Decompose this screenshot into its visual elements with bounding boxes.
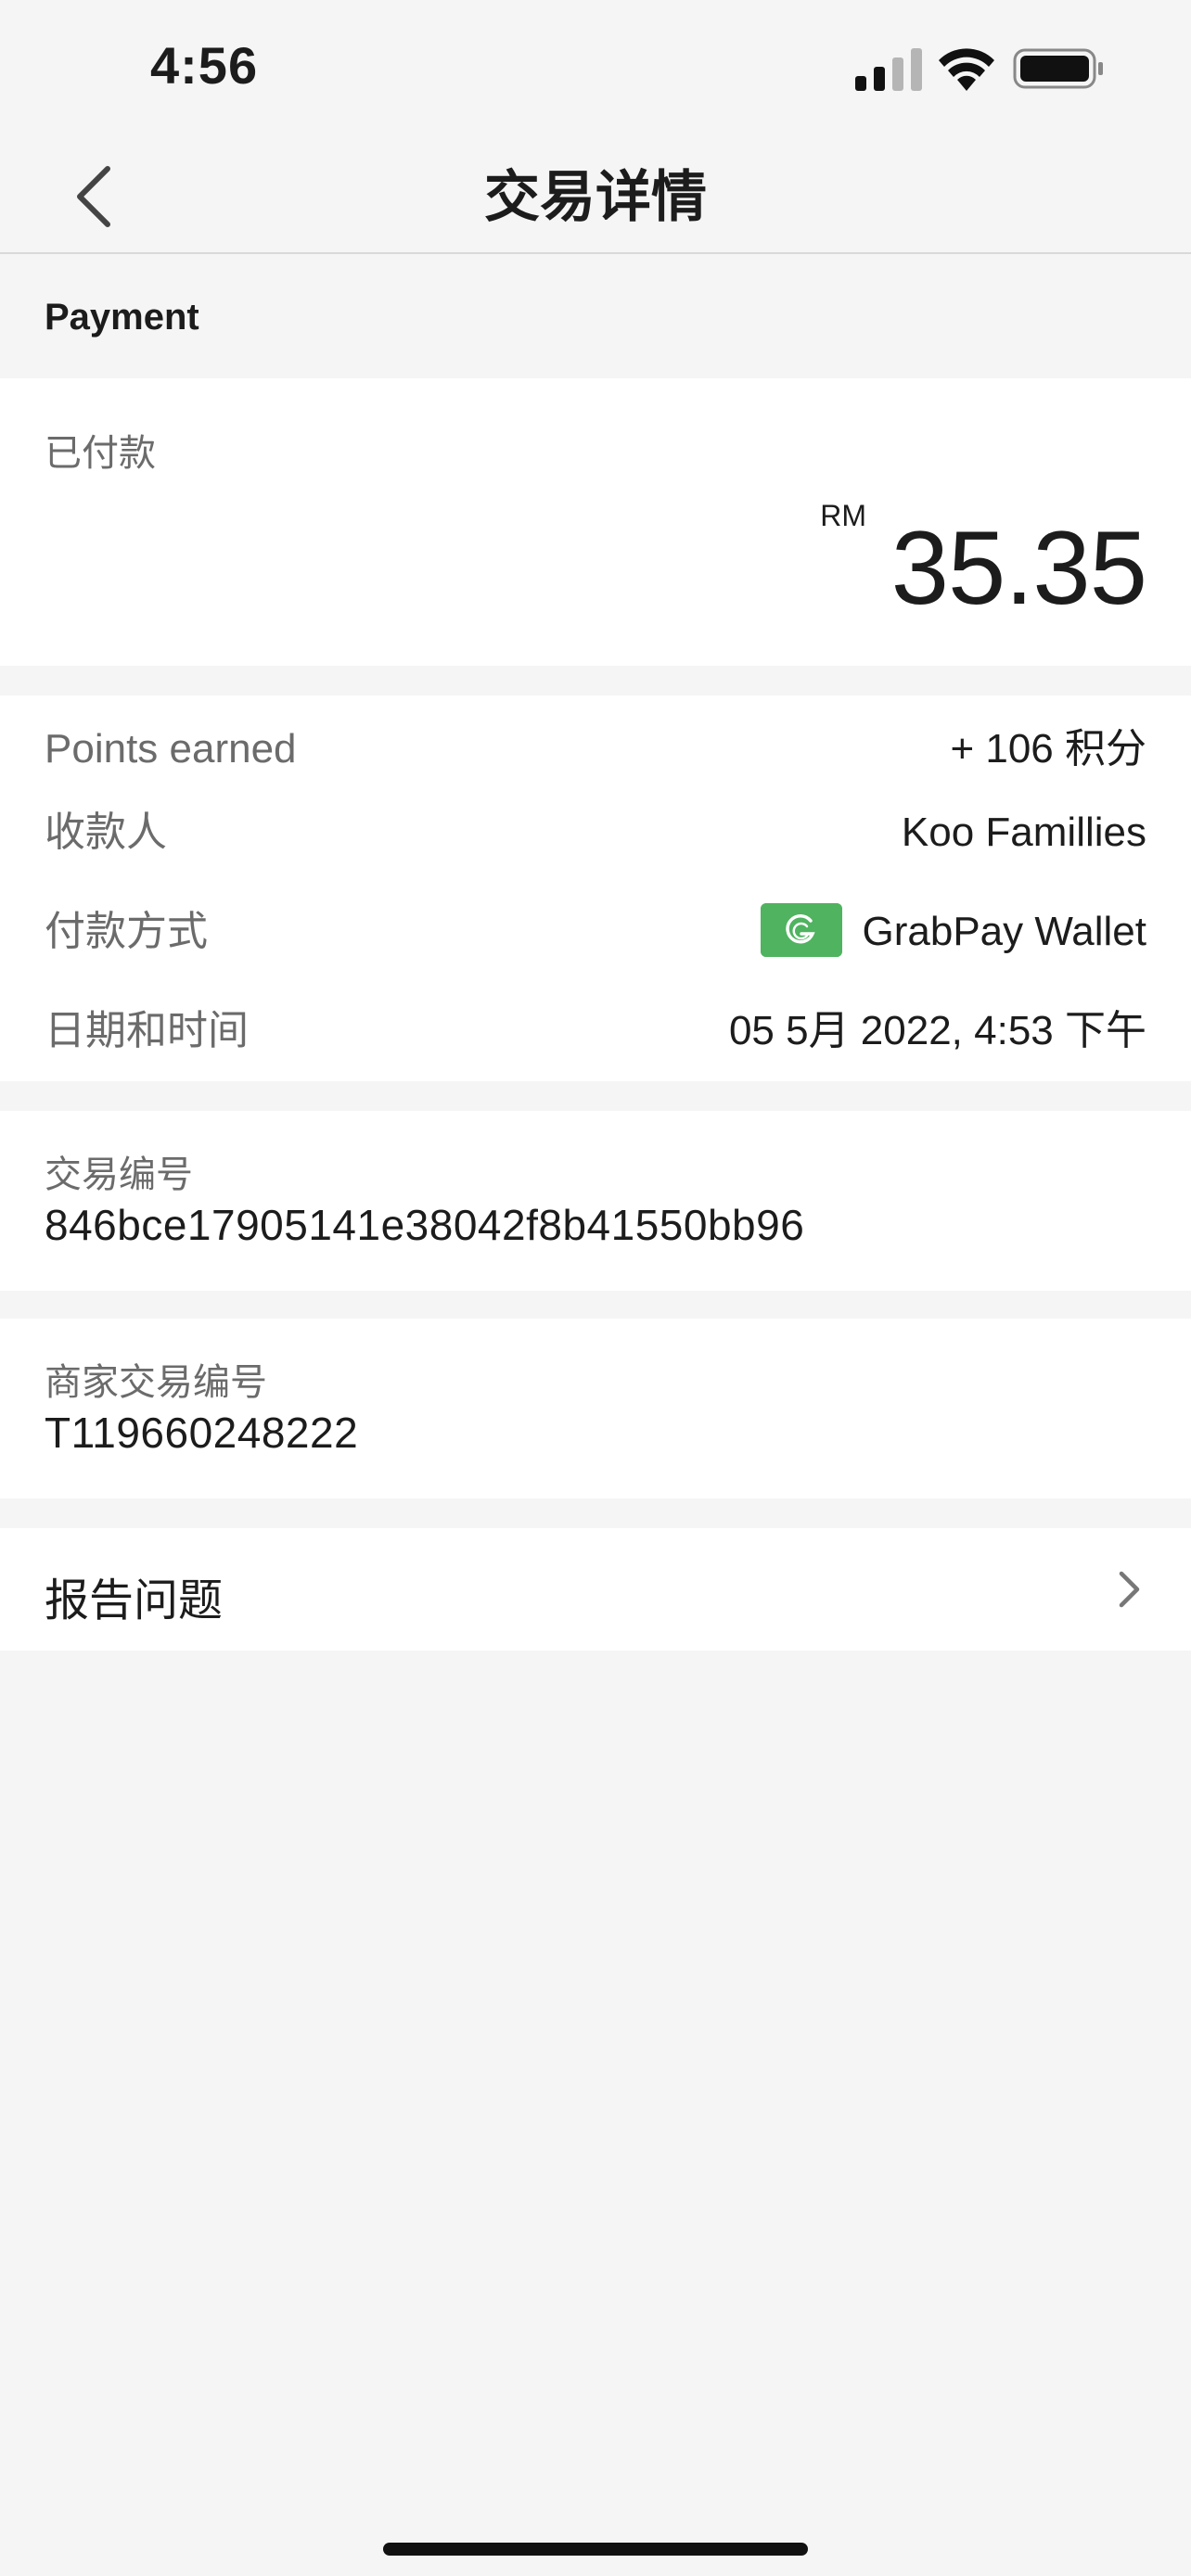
points-value: + 106 积分: [950, 726, 1146, 772]
report-issue-button[interactable]: 报告问题: [0, 1528, 1191, 1651]
transaction-id-card: 交易编号 846bce17905141e38042f8b41550bb96: [0, 1111, 1191, 1291]
points-row: Points earned + 106 积分: [45, 712, 1146, 786]
payee-label: 收款人: [45, 810, 167, 855]
payment-method-label: 付款方式: [45, 909, 208, 954]
payment-method-value-container: GrabPay Wallet: [760, 895, 1146, 969]
payee-value: Koo Famillies: [901, 810, 1146, 855]
datetime-row: 日期和时间 05 5月 2022, 4:53 下午: [45, 994, 1146, 1068]
battery-icon: [1013, 48, 1103, 89]
amount-container: RM 35.35: [820, 499, 1147, 638]
status-time: 4:56: [150, 36, 259, 95]
paid-label: 已付款: [45, 433, 156, 474]
merchant-transaction-id-value: T119660248222: [45, 1409, 359, 1457]
transaction-id-label: 交易编号: [45, 1154, 193, 1195]
datetime-label: 日期和时间: [45, 1008, 249, 1053]
page-title: 交易详情: [484, 166, 707, 228]
report-issue-label: 报告问题: [45, 1576, 224, 1626]
currency-label: RM: [820, 499, 866, 532]
wifi-icon: [939, 48, 994, 91]
section-header: Payment: [0, 254, 1191, 376]
merchant-transaction-id-card: 商家交易编号 T119660248222: [0, 1319, 1191, 1498]
home-indicator[interactable]: [383, 2543, 808, 2556]
merchant-transaction-id-label: 商家交易编号: [45, 1362, 267, 1403]
transaction-id-value: 846bce17905141e38042f8b41550bb96: [45, 1201, 805, 1249]
nav-bar: 交易详情: [0, 139, 1191, 254]
chevron-right-icon: [1119, 1571, 1140, 1608]
payee-row: 收款人 Koo Famillies: [45, 796, 1146, 870]
datetime-value: 05 5月 2022, 4:53 下午: [728, 1008, 1146, 1053]
payment-method-row: 付款方式 GrabPay Wallet: [45, 895, 1146, 969]
amount-value: 35.35: [890, 510, 1147, 626]
details-card: Points earned + 106 积分 收款人 Koo Famillies…: [0, 695, 1191, 1081]
points-label: Points earned: [45, 726, 297, 772]
grabpay-logo-icon: [760, 903, 842, 958]
paid-amount-card: 已付款 RM 35.35: [0, 378, 1191, 666]
payment-method-value: GrabPay Wallet: [862, 909, 1146, 954]
section-title: Payment: [45, 297, 199, 338]
cellular-signal-icon: [855, 48, 922, 91]
status-bar: 4:56: [0, 0, 1191, 139]
